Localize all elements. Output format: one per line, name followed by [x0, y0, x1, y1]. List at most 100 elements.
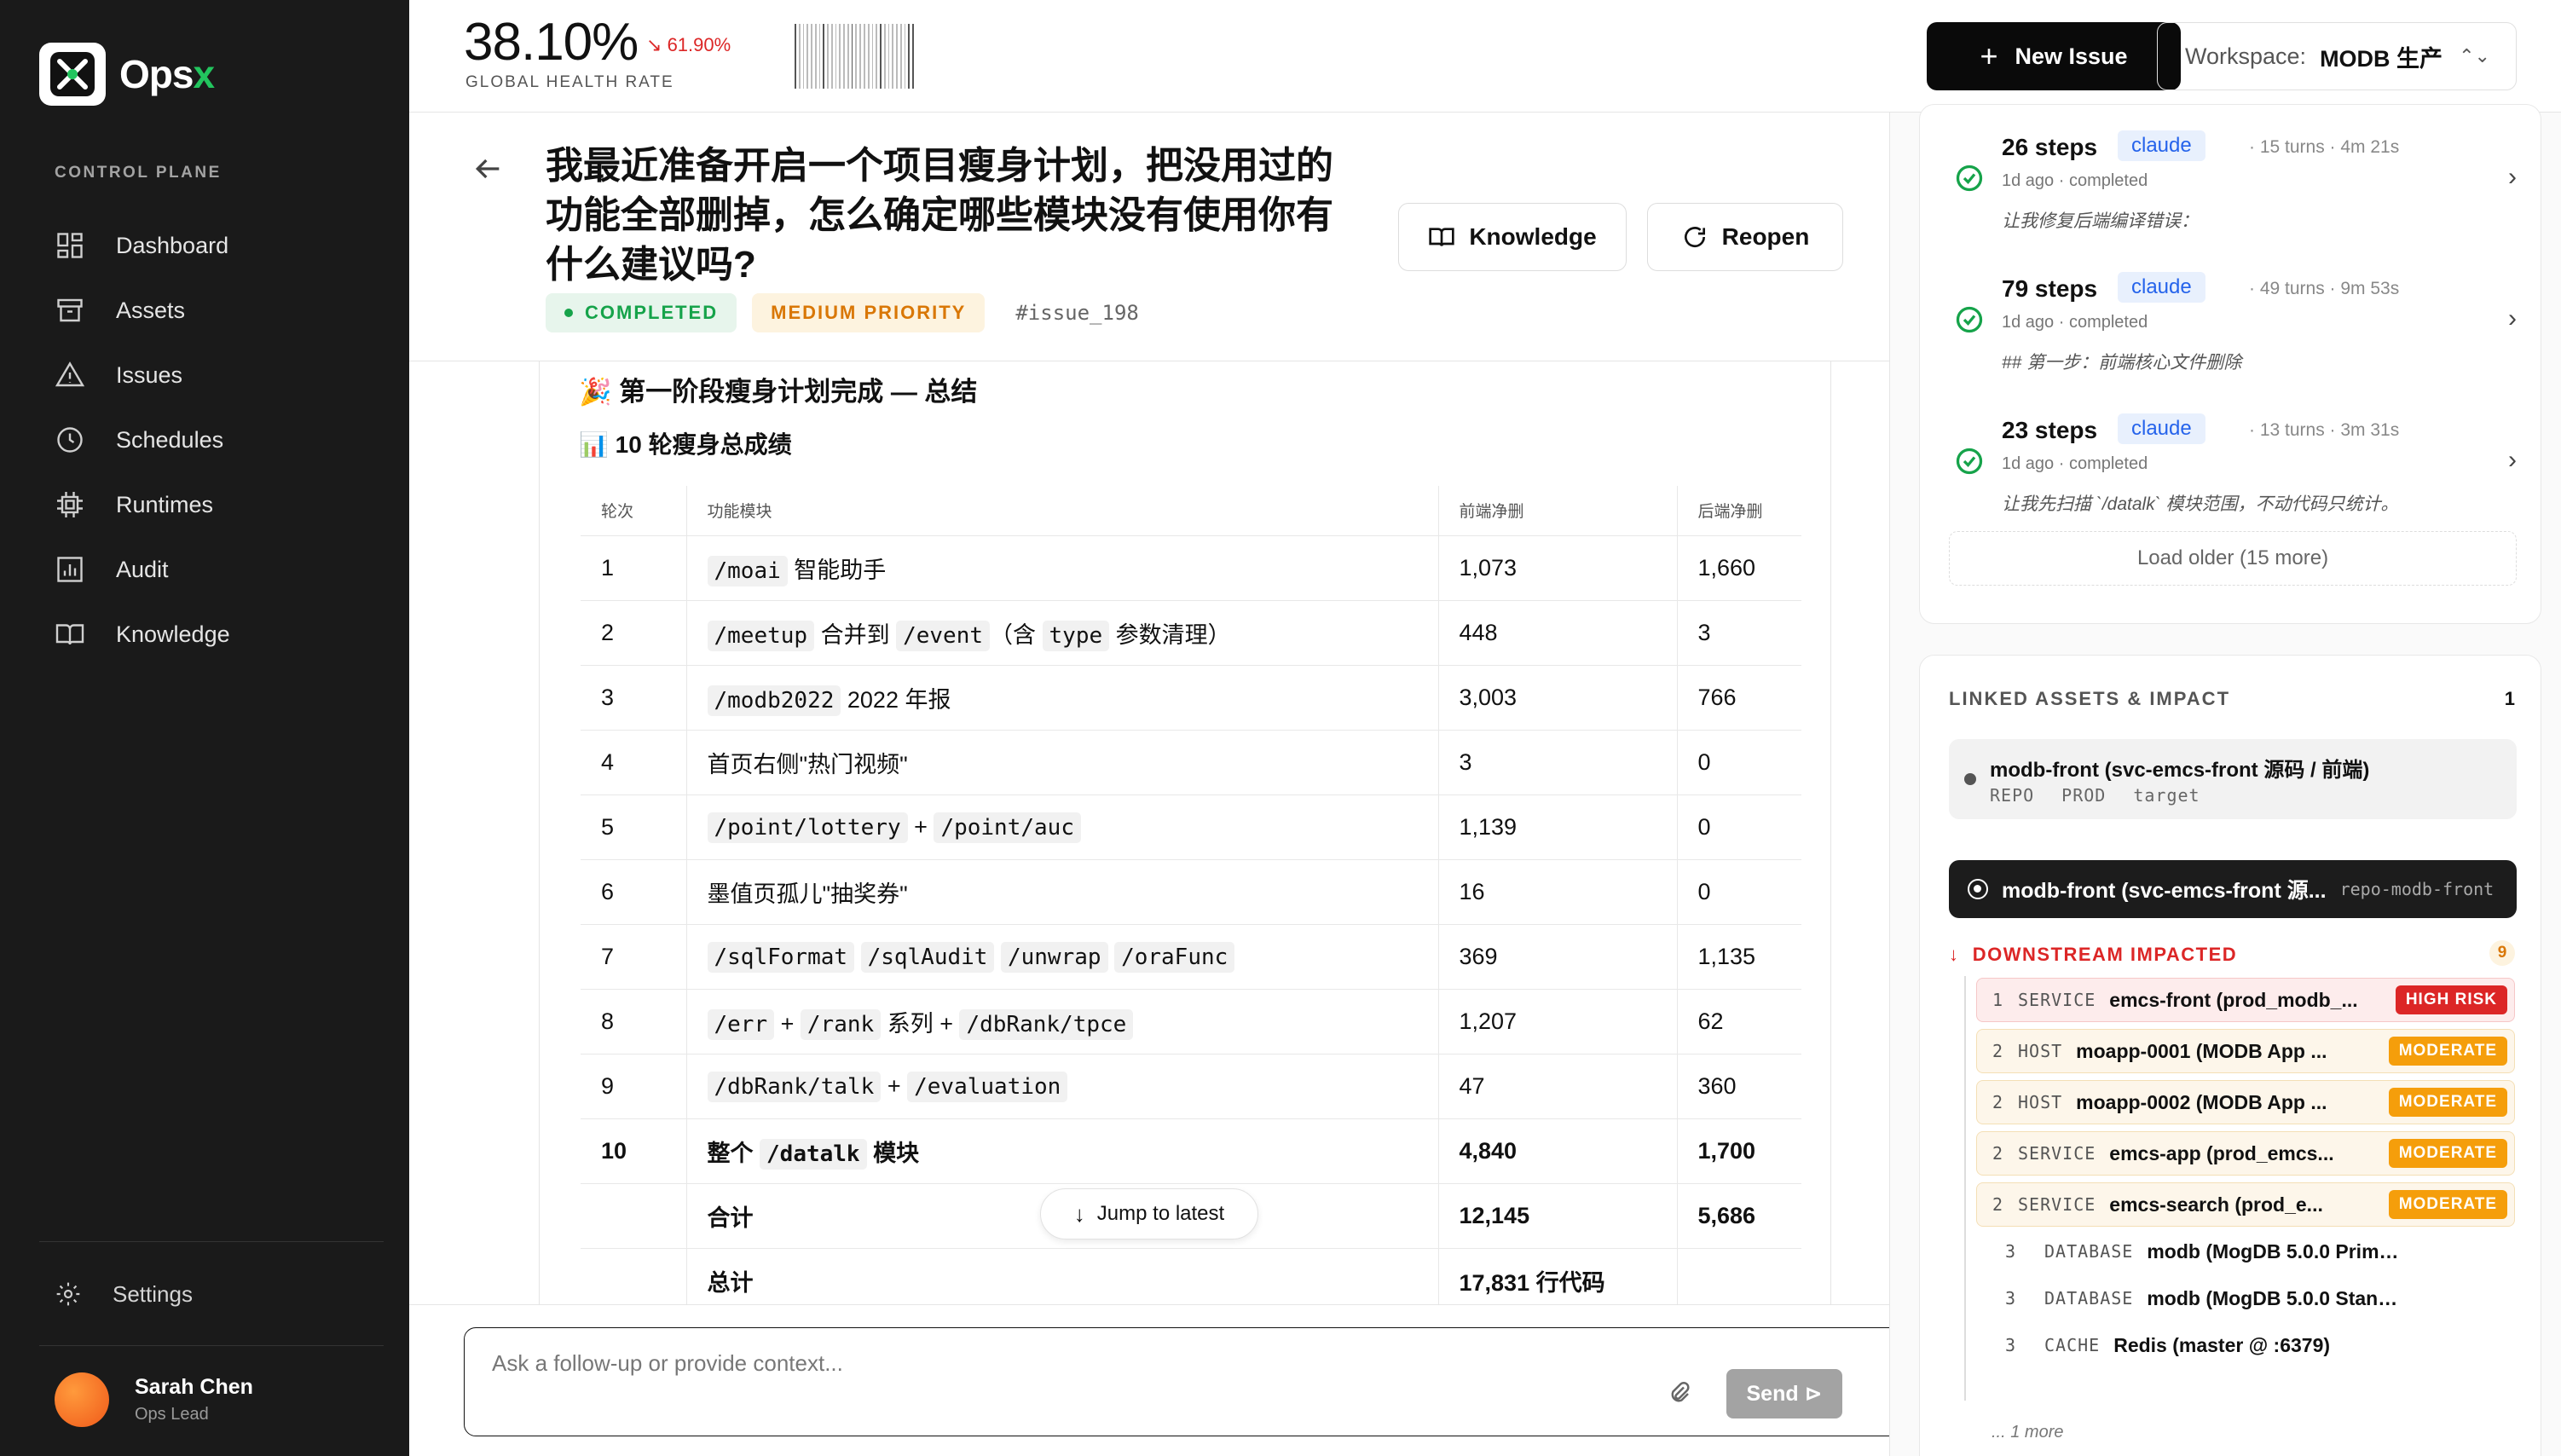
settings-link[interactable]: Settings — [55, 1280, 193, 1308]
issue-title: 我最近准备开启一个项目瘦身计划，把没用过的功能全部删掉，怎么确定哪些模块没有使用… — [546, 145, 1333, 286]
sparkline-bar — [795, 24, 796, 89]
sidebar-item-schedules[interactable]: Schedules — [55, 407, 379, 472]
paperclip-icon[interactable] — [1667, 1381, 1692, 1407]
results-table: 轮次 功能模块 前端净删 后端净删 1/moai 智能助手 1,073 1,660 2… — [581, 486, 1801, 1304]
code-span: /point/lottery — [707, 812, 908, 843]
text-span: + — [907, 813, 934, 840]
sidebar-item-assets[interactable]: Assets — [55, 278, 379, 343]
impacted-asset[interactable]: 3 DATABASE modb (MogDB 5.0.0 Standby) — [1976, 1276, 2515, 1320]
impacted-asset[interactable]: 2 HOST moapp-0002 (MODB App ... MODERATE — [1976, 1080, 2515, 1124]
sidebar-item-dashboard[interactable]: Dashboard — [55, 213, 379, 278]
jump-to-latest-button[interactable]: ↓ Jump to latest — [1040, 1188, 1258, 1239]
asset-kind: SERVICE — [2018, 1194, 2096, 1215]
impact-level: 2 — [1992, 1092, 2003, 1112]
impact-level: 3 — [2004, 1288, 2016, 1309]
asset-name: modb (MogDB 5.0.0 Primary) — [2147, 1239, 2403, 1262]
table-row: 9/dbRank/talk + /evaluation 47 360 — [581, 1054, 1801, 1119]
text-span: 参数清理） — [1109, 621, 1231, 648]
run-item[interactable]: 23 steps claude · 13 turns · 3m 31s 1d ago … — [1954, 408, 2517, 536]
sparkline-bar — [811, 24, 812, 89]
round-cell: 4 — [581, 730, 686, 795]
sparkline-bar — [899, 24, 902, 89]
run-model-badge: claude — [2118, 272, 2205, 303]
knowledge-button[interactable]: Knowledge — [1398, 203, 1627, 271]
sidebar-item-knowledge[interactable]: Knowledge — [55, 602, 379, 667]
code-span: /dbRank/talk — [707, 1071, 882, 1102]
health-rate-label: GLOBAL HEALTH RATE — [465, 73, 674, 91]
send-button[interactable]: Send ⊳ — [1726, 1369, 1842, 1418]
impacted-asset[interactable]: 3 DATABASE modb (MogDB 5.0.0 Primary) — [1976, 1229, 2515, 1274]
sidebar-item-audit[interactable]: Audit — [55, 537, 379, 602]
sparkline-bar — [802, 24, 805, 89]
follow-up-input[interactable]: Ask a follow-up or provide context... Se… — [464, 1327, 1913, 1436]
code-span: /rank — [800, 1008, 882, 1040]
chevron-right-icon: › — [2508, 304, 2517, 332]
sparkline-bar — [912, 24, 914, 89]
load-older-button[interactable]: Load older (15 more) — [1949, 531, 2517, 586]
sparkline-bar — [814, 24, 817, 89]
run-item[interactable]: 26 steps claude · 15 turns · 4m 21s 1d ago … — [1954, 125, 2517, 253]
asset-name: emcs-front (prod_modb_... — [2109, 988, 2358, 1011]
sparkline-bar — [851, 24, 853, 89]
round-cell: 8 — [581, 989, 686, 1054]
workspace-selector[interactable]: Workspace: MODB 生产 ⌃⌄ — [2157, 22, 2517, 90]
tree-line — [1964, 976, 1966, 1401]
text-span: + — [774, 1010, 801, 1037]
round-cell: 3 — [581, 665, 686, 731]
sparkline-bar — [827, 24, 829, 89]
back-arrow-icon[interactable] — [471, 152, 505, 186]
archive-icon — [57, 298, 83, 322]
reopen-button[interactable]: Reopen — [1647, 203, 1843, 271]
downstream-count: 9 — [2489, 940, 2515, 966]
more-link[interactable]: ... 1 more — [1992, 1423, 2063, 1442]
table-row: 3/modb2022 2022 年报 3,003 766 — [581, 665, 1801, 731]
run-item[interactable]: 79 steps claude · 49 turns · 9m 53s 1d ago … — [1954, 267, 2517, 395]
total-row: 总计 17,831 行代码 — [581, 1248, 1801, 1304]
new-issue-button[interactable]: + New Issue — [1927, 22, 2181, 90]
health-sparkline — [795, 24, 914, 89]
impact-level: 1 — [1992, 990, 2003, 1010]
round-cell — [581, 1248, 686, 1304]
risk-badge: MODERATE — [2388, 1190, 2507, 1219]
text-span: 智能助手 — [787, 557, 887, 583]
selected-asset[interactable]: modb-front (svc-emcs-front 源... repo-mod… — [1949, 860, 2517, 918]
backend-cell — [1676, 1248, 1801, 1304]
asset-kind: HOST — [2018, 1041, 2063, 1061]
text-span: + — [881, 1072, 908, 1099]
trend-down-icon: ↘ — [646, 34, 662, 55]
round-cell: 7 — [581, 924, 686, 990]
repo-name: modb-front (svc-emcs-front 源码 / 前端) — [1990, 759, 2370, 782]
sidebar-item-issues[interactable]: Issues — [55, 343, 379, 407]
app-logo[interactable]: Opsx — [39, 43, 215, 106]
risk-badge: HIGH RISK — [2395, 985, 2507, 1014]
sparkline-bar — [859, 24, 862, 89]
impacted-asset[interactable]: 2 HOST moapp-0001 (MODB App ... MODERATE — [1976, 1029, 2515, 1073]
sparkline-bar — [892, 24, 894, 89]
impacted-asset[interactable]: 3 CACHE Redis (master @ :6379) — [1976, 1323, 2515, 1367]
check-circle-icon — [1956, 448, 1983, 475]
code-span: /datalk — [760, 1138, 867, 1170]
sparkline-bar — [887, 24, 890, 89]
round-cell — [581, 1183, 686, 1249]
column-header: 轮次 — [581, 486, 686, 536]
user-profile[interactable]: Sarah Chen Ops Lead — [55, 1372, 253, 1427]
run-status: 1d ago · completed — [2002, 454, 2148, 473]
text-span: （含 — [990, 621, 1043, 648]
sidebar-item-label: Schedules — [116, 426, 224, 453]
run-model-badge: claude — [2118, 413, 2205, 444]
impacted-asset[interactable]: 2 SERVICE emcs-search (prod_e... MODERATE — [1976, 1182, 2515, 1227]
module-cell: /sqlFormat /sqlAudit /unwrap /oraFunc — [685, 924, 1438, 990]
issue-header: 我最近准备开启一个项目瘦身计划，把没用过的功能全部删掉，怎么确定哪些模块没有使用… — [409, 113, 1889, 361]
impacted-asset[interactable]: 1 SERVICE emcs-front (prod_modb_... HIGH RI… — [1976, 978, 2515, 1022]
sidebar-item-runtimes[interactable]: Runtimes — [55, 472, 379, 537]
linked-repo[interactable]: modb-front (svc-emcs-front 源码 / 前端) REPO… — [1949, 739, 2517, 819]
health-rate-value: 38.10% — [464, 13, 639, 72]
impacted-asset[interactable]: 2 SERVICE emcs-app (prod_emcs... MODERATE — [1976, 1131, 2515, 1176]
sparkline-bar — [847, 24, 849, 89]
sparkline-bar — [806, 24, 809, 89]
table-row: 7/sqlFormat /sqlAudit /unwrap /oraFunc 36… — [581, 924, 1801, 990]
risk-badge: MODERATE — [2388, 1139, 2507, 1168]
downstream-title: ↓ DOWNSTREAM IMPACTED — [1949, 944, 2238, 965]
status-dot — [1964, 773, 1976, 785]
sidebar-item-label: Dashboard — [116, 232, 229, 258]
